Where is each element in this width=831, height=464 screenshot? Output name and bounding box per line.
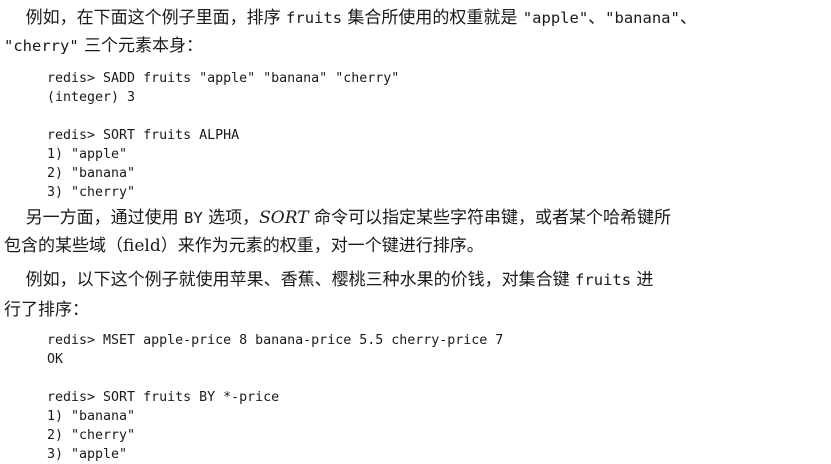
- inline-code: "banana": [605, 9, 680, 27]
- text-segment: 选项，: [202, 208, 260, 228]
- paragraph-example-line-2: 行了排序：: [4, 297, 826, 323]
- inline-code: "apple": [522, 9, 589, 27]
- code-block-mset-sort-by: redis> MSET apple-price 8 banana-price 5…: [47, 331, 503, 464]
- paragraph-by-option-line-1: 另一方面，通过使用 BY 选项，SORT 命令可以指定某些字符串键，或者某个哈希…: [4, 205, 826, 231]
- inline-code: "cherry": [4, 37, 79, 55]
- paragraph-by-option-line-2: 包含的某些域（field）来作为元素的权重，对一个键进行排序。: [4, 233, 826, 259]
- code-line: redis> SORT fruits ALPHA: [47, 128, 240, 143]
- text-segment: 进: [631, 270, 654, 290]
- text-segment: 三个元素本身：: [78, 36, 204, 56]
- paragraph-intro-line-2: "cherry" 三个元素本身：: [4, 33, 826, 59]
- paragraph-example-line-1: 例如，以下这个例子就使用苹果、香蕉、樱桃三种水果的价钱，对集合键 fruits …: [4, 267, 826, 293]
- text-segment: 另一方面，通过使用: [4, 208, 185, 228]
- text-segment: 命令可以指定某些字符串键，或者某个哈希键所: [308, 208, 671, 228]
- command-name: SORT: [259, 208, 309, 228]
- paragraph-intro-line-1: 例如，在下面这个例子里面，排序 fruits 集合所使用的权重就是 "apple…: [4, 5, 826, 31]
- code-line: OK: [47, 352, 64, 367]
- code-line: redis> SADD fruits "apple" "banana" "che…: [47, 71, 400, 86]
- code-line: (integer) 3: [47, 90, 136, 105]
- text-segment: 、: [679, 8, 697, 28]
- code-line: 3) "apple": [47, 447, 128, 462]
- text-segment: 包含的某些域（field）来作为元素的权重，对一个键进行排序。: [4, 236, 484, 256]
- text-segment: 例如，以下这个例子就使用苹果、香蕉、樱桃三种水果的价钱，对集合键: [4, 270, 576, 290]
- code-line: redis> MSET apple-price 8 banana-price 5…: [47, 333, 504, 348]
- code-block-sadd-sort-alpha: redis> SADD fruits "apple" "banana" "che…: [47, 69, 399, 202]
- text-segment: 例如，在下面这个例子里面，排序: [4, 8, 287, 28]
- code-line: 3) "cherry": [47, 185, 136, 200]
- text-segment: 集合所使用的权重就是: [342, 8, 523, 28]
- inline-code: fruits: [286, 9, 343, 27]
- code-line: 1) "apple": [47, 147, 128, 162]
- text-segment: 、: [588, 8, 606, 28]
- text-segment: 行了排序：: [4, 300, 89, 320]
- inline-code: BY: [184, 209, 203, 227]
- code-line: redis> SORT fruits BY *-price: [47, 390, 280, 405]
- code-line: 2) "cherry": [47, 428, 136, 443]
- code-line: 2) "banana": [47, 166, 136, 181]
- inline-code: fruits: [575, 271, 632, 289]
- code-line: 1) "banana": [47, 409, 136, 424]
